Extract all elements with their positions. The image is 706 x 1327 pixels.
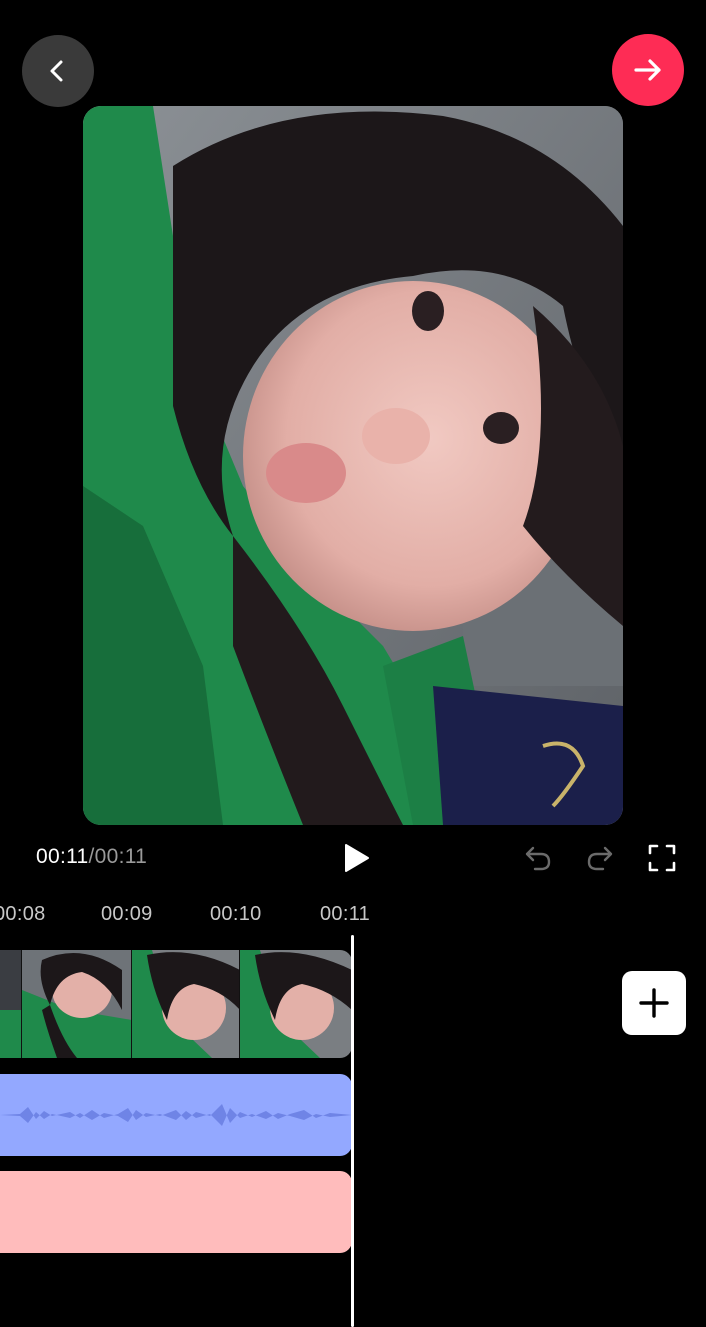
back-button[interactable]	[22, 35, 94, 107]
chevron-left-icon	[50, 60, 63, 82]
current-time: 00:11	[36, 845, 89, 868]
total-time: 00:11	[94, 845, 148, 868]
ruler-label: 00:09	[101, 903, 153, 925]
play-icon	[345, 844, 369, 872]
ruler-label: 00:10	[210, 903, 262, 925]
redo-button[interactable]	[584, 842, 616, 874]
audio-waveform	[0, 1104, 352, 1126]
plus-icon	[639, 988, 669, 1018]
video-thumbnail	[0, 950, 22, 1058]
redo-icon	[587, 846, 613, 871]
ruler-label: 00:11	[320, 903, 371, 925]
play-button[interactable]	[336, 838, 376, 878]
video-thumbnail	[22, 950, 132, 1058]
undo-icon	[525, 846, 551, 871]
arrow-right-icon	[634, 59, 661, 81]
preview-frame	[83, 106, 623, 825]
ruler-label: 00:08	[0, 903, 46, 925]
playhead[interactable]	[351, 935, 354, 1327]
fullscreen-icon	[648, 844, 676, 872]
audio-track[interactable]	[0, 1074, 352, 1156]
next-button[interactable]	[612, 34, 684, 106]
video-track[interactable]	[0, 950, 352, 1058]
video-thumbnail	[240, 950, 352, 1058]
fullscreen-button[interactable]	[646, 842, 678, 874]
undo-button[interactable]	[522, 842, 554, 874]
video-thumbnail	[132, 950, 240, 1058]
video-preview[interactable]	[83, 106, 623, 825]
time-display: 00:11/00:11	[36, 845, 147, 869]
add-clip-button[interactable]	[622, 971, 686, 1035]
text-track[interactable]	[0, 1171, 352, 1253]
